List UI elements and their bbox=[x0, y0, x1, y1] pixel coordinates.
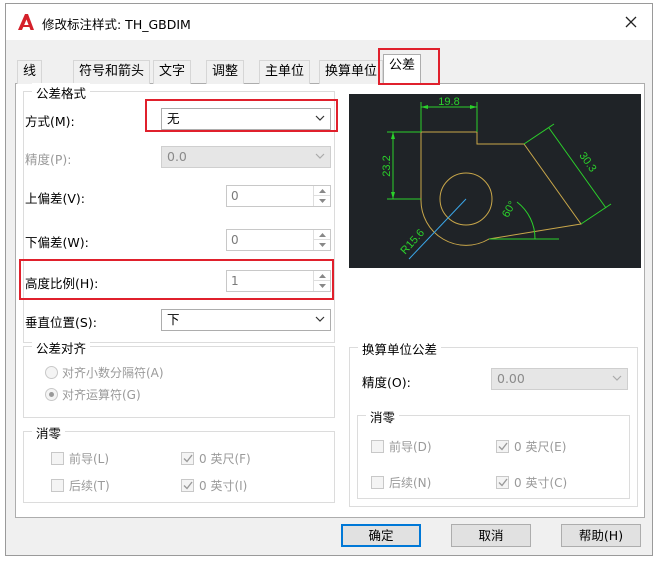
tolerance-format-title: 公差格式 bbox=[32, 83, 91, 102]
tab-text[interactable]: 文字 bbox=[153, 60, 192, 84]
vertical-position-select[interactable]: 下 bbox=[161, 309, 331, 331]
dim-top-text: 19.8 bbox=[438, 96, 459, 108]
lower-deviation-spinner[interactable]: 0 bbox=[226, 229, 331, 251]
alt-precision-value: 0.00 bbox=[497, 371, 525, 386]
spin-down-button[interactable] bbox=[314, 281, 330, 291]
tab-alternate-units[interactable]: 换算单位 bbox=[319, 60, 384, 84]
alt-inches-checkbox[interactable]: 0 英寸(C) bbox=[496, 474, 567, 491]
check-icon bbox=[498, 442, 508, 451]
autocad-logo-icon bbox=[18, 14, 34, 30]
alt-units-tolerance-title: 换算单位公差 bbox=[358, 339, 442, 358]
spin-up-button[interactable] bbox=[314, 186, 330, 196]
upper-deviation-value: 0 bbox=[231, 189, 239, 203]
vertical-position-value: 下 bbox=[167, 312, 180, 327]
precision-select[interactable]: 0.0 bbox=[161, 146, 331, 168]
part-outline bbox=[420, 131, 582, 246]
chevron-down-icon bbox=[315, 316, 325, 322]
feet-checkbox[interactable]: 0 英尺(F) bbox=[181, 450, 251, 467]
dim-angle-text: 60° bbox=[500, 199, 519, 219]
tab-primary-units[interactable]: 主单位 bbox=[259, 60, 311, 84]
tab-symbols-arrows[interactable]: 符号和箭头 bbox=[73, 60, 151, 84]
tab-strip: 线 符号和箭头 文字 调整 主单位 换算单位 公差 bbox=[15, 54, 645, 85]
arrow-up-icon bbox=[318, 232, 326, 237]
zero-suppression-title: 消零 bbox=[32, 423, 66, 442]
chevron-down-icon bbox=[315, 153, 325, 159]
spin-up-button[interactable] bbox=[314, 230, 330, 240]
method-value: 无 bbox=[167, 111, 180, 126]
check-icon bbox=[183, 481, 193, 490]
align-operator-radio[interactable]: 对齐运算符(G) bbox=[45, 386, 141, 403]
dialog-window: 修改标注样式: TH_GBDIM 线 符号和箭头 文字 调整 主单位 换算单位 … bbox=[5, 3, 653, 556]
arrow-up-icon bbox=[318, 273, 326, 278]
trailing-checkbox[interactable]: 后续(T) bbox=[51, 477, 110, 494]
alt-leading-checkbox[interactable]: 前导(D) bbox=[371, 438, 432, 455]
dim-radius-text: R15.6 bbox=[398, 227, 427, 257]
tab-fit[interactable]: 调整 bbox=[206, 60, 245, 84]
cancel-button[interactable]: 取消 bbox=[451, 524, 531, 547]
close-icon bbox=[625, 16, 637, 28]
help-button[interactable]: 帮助(H) bbox=[561, 524, 641, 547]
tolerance-alignment-title: 公差对齐 bbox=[32, 338, 91, 357]
close-button[interactable] bbox=[610, 4, 652, 40]
alt-zero-suppression-title: 消零 bbox=[366, 407, 400, 426]
spin-down-button[interactable] bbox=[314, 240, 330, 250]
spin-up-button[interactable] bbox=[314, 271, 330, 281]
title-bar: 修改标注样式: TH_GBDIM bbox=[6, 4, 652, 40]
lower-deviation-label: 下偏差(W): bbox=[25, 235, 89, 250]
arrow-up-icon bbox=[318, 188, 326, 193]
tolerance-alignment-group: 公差对齐 bbox=[23, 338, 335, 418]
chevron-down-icon bbox=[315, 115, 325, 121]
vertical-position-label: 垂直位置(S): bbox=[25, 315, 97, 330]
tab-tolerances[interactable]: 公差 bbox=[383, 54, 422, 85]
window-title: 修改标注样式: TH_GBDIM bbox=[42, 17, 191, 32]
precision-value: 0.0 bbox=[167, 149, 187, 164]
check-icon bbox=[498, 478, 508, 487]
dim-left-text: 23.2 bbox=[381, 155, 393, 176]
height-scale-spinner[interactable]: 1 bbox=[226, 270, 331, 292]
arrow-down-icon bbox=[318, 199, 326, 203]
tab-panel-tolerances: 公差格式 方式(M): 无 精度(P): 0.0 上偏差(V): 0 下偏差(W… bbox=[15, 83, 645, 518]
dimension-preview-drawing: 19.8 23.2 30.3 60° R15.6 bbox=[381, 96, 612, 260]
method-label: 方式(M): bbox=[25, 114, 75, 129]
ok-button[interactable]: 确定 bbox=[341, 524, 421, 547]
height-scale-value: 1 bbox=[231, 274, 239, 288]
precision-label: 精度(P): bbox=[25, 152, 72, 167]
check-icon bbox=[183, 454, 193, 463]
upper-deviation-spinner[interactable]: 0 bbox=[226, 185, 331, 207]
leading-checkbox[interactable]: 前导(L) bbox=[51, 450, 109, 467]
lower-deviation-value: 0 bbox=[231, 233, 239, 247]
alt-feet-checkbox[interactable]: 0 英尺(E) bbox=[496, 438, 566, 455]
alt-precision-label: 精度(O): bbox=[362, 375, 411, 390]
alt-trailing-checkbox[interactable]: 后续(N) bbox=[371, 474, 431, 491]
height-scale-label: 高度比例(H): bbox=[25, 276, 99, 291]
spin-down-button[interactable] bbox=[314, 196, 330, 206]
arrow-down-icon bbox=[318, 284, 326, 288]
method-select[interactable]: 无 bbox=[161, 108, 331, 130]
chevron-down-icon bbox=[612, 375, 622, 381]
upper-deviation-label: 上偏差(V): bbox=[25, 191, 86, 206]
arrow-down-icon bbox=[318, 243, 326, 247]
tab-lines[interactable]: 线 bbox=[17, 60, 43, 84]
alt-precision-select[interactable]: 0.00 bbox=[491, 368, 628, 390]
inches-checkbox[interactable]: 0 英寸(I) bbox=[181, 477, 247, 494]
align-decimal-radio[interactable]: 对齐小数分隔符(A) bbox=[45, 364, 164, 381]
preview-panel: 19.8 23.2 30.3 60° R15.6 bbox=[349, 94, 641, 268]
